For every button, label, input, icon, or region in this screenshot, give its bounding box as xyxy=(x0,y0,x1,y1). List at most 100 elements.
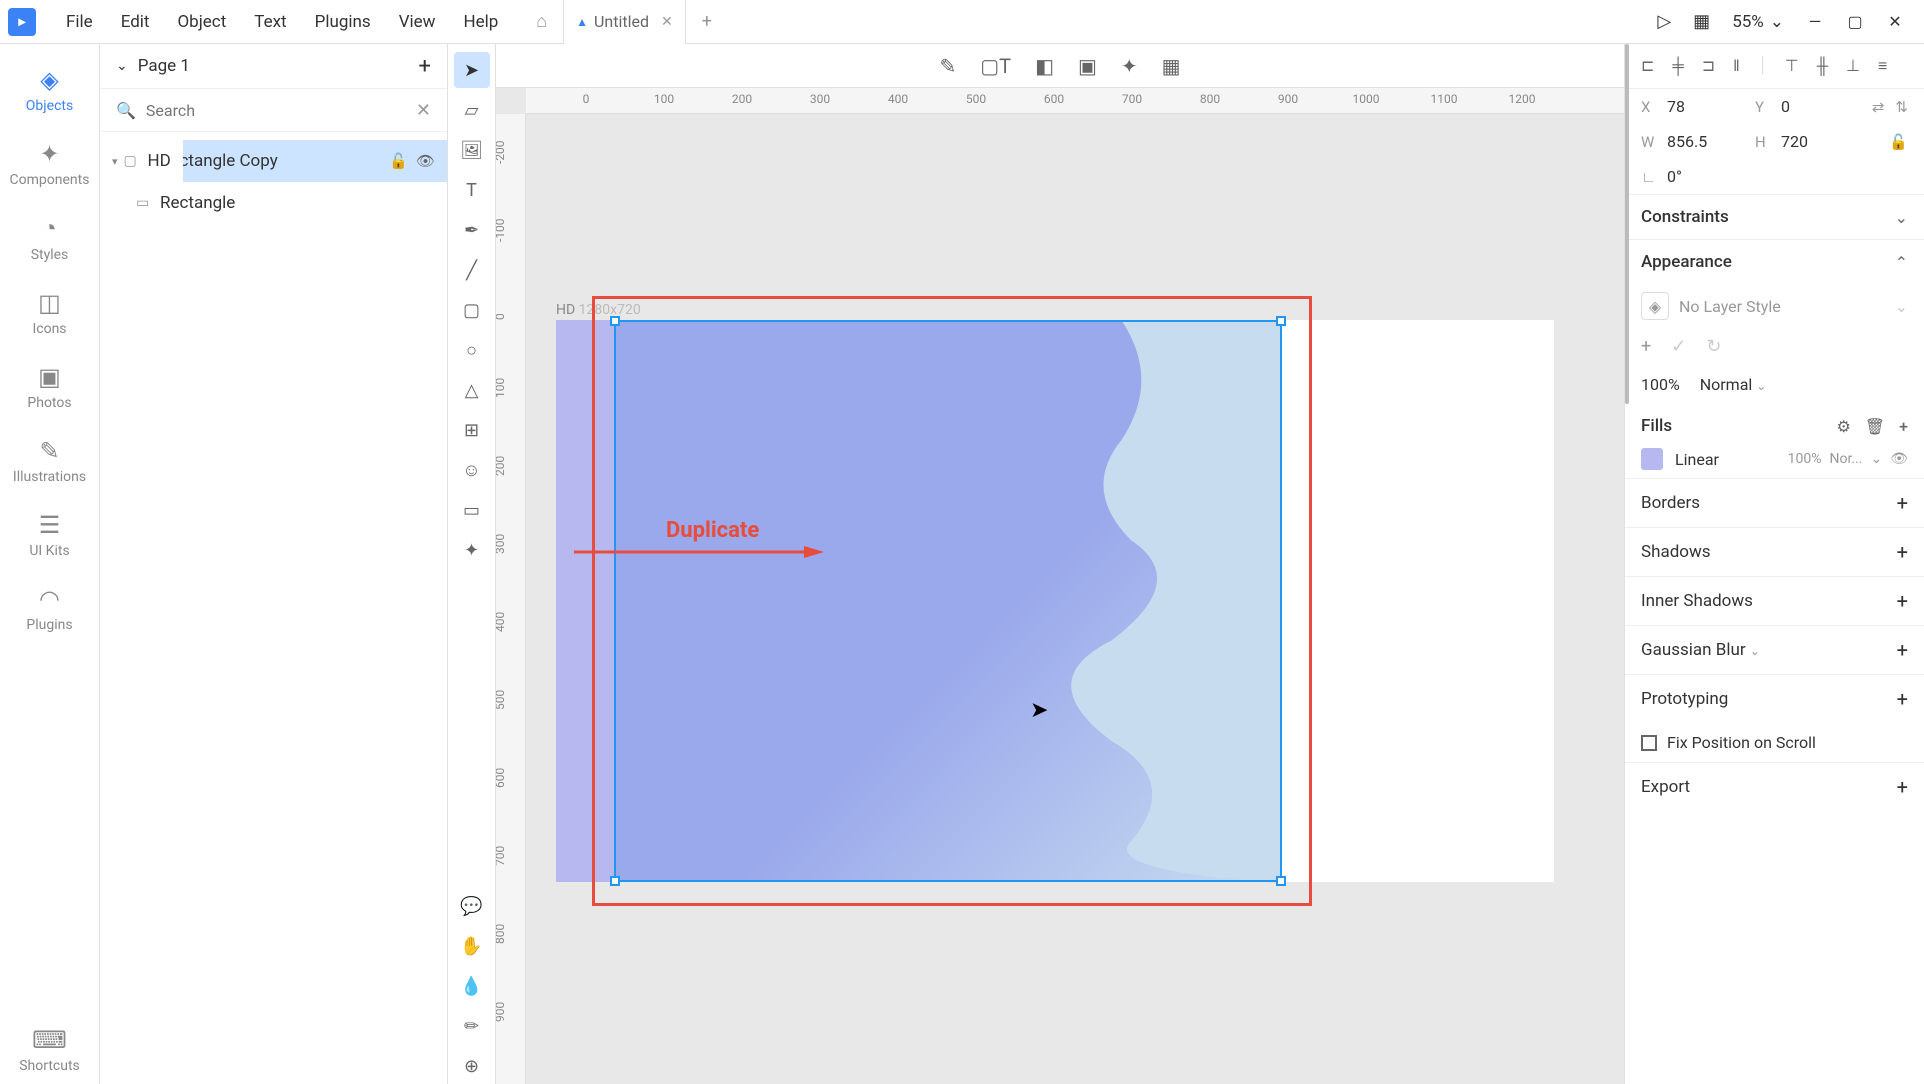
layer-artboard[interactable]: ▾ ▢ HD xyxy=(100,140,183,182)
activity-objects[interactable]: ◈ Objects xyxy=(0,56,99,124)
distribute-h-icon[interactable]: ‖ xyxy=(1733,56,1740,76)
menu-edit[interactable]: Edit xyxy=(107,12,164,32)
menu-object[interactable]: Object xyxy=(163,12,240,32)
activity-styles[interactable]: ◔ Styles xyxy=(0,204,99,273)
close-tab-icon[interactable]: ✕ xyxy=(661,14,673,30)
layer-item[interactable]: ▭ Rectangle xyxy=(100,182,447,224)
triangle-tool[interactable]: △ xyxy=(454,372,490,408)
add-fill-icon[interactable]: + xyxy=(1899,417,1908,436)
image-tool[interactable]: 🖼 xyxy=(454,132,490,168)
menu-help[interactable]: Help xyxy=(449,12,512,32)
h-value[interactable]: 720 xyxy=(1781,132,1861,151)
grid-tool[interactable]: ⊞ xyxy=(454,412,490,448)
fix-position-row[interactable]: Fix Position on Scroll xyxy=(1625,723,1924,762)
artboard-label[interactable]: HD 1280x720 xyxy=(556,302,641,318)
avatar-tool[interactable]: ☺ xyxy=(454,452,490,488)
blur-section[interactable]: Gaussian Blur ⌄ + xyxy=(1625,625,1924,674)
page-selector[interactable]: ⌄ Page 1 + xyxy=(100,44,447,88)
distribute-v-icon[interactable]: ≡ xyxy=(1878,56,1887,76)
add-inner-shadow-icon[interactable]: + xyxy=(1897,589,1908,613)
opacity-value[interactable]: 100% xyxy=(1641,375,1680,394)
fill-item[interactable]: Linear 100% Nor... ⌄ 👁 xyxy=(1625,440,1924,478)
hand-tool[interactable]: ✋ xyxy=(454,928,490,964)
edit-icon[interactable]: ✎ xyxy=(939,54,956,78)
align-top-icon[interactable]: ⊤ xyxy=(1785,56,1799,76)
reset-style-icon[interactable]: ↻ xyxy=(1706,336,1721,357)
select-tool[interactable]: ➤ xyxy=(454,52,490,88)
activity-plugins[interactable]: ◠ Plugins xyxy=(0,575,99,643)
align-left-icon[interactable]: ⊏ xyxy=(1641,56,1654,76)
appearance-section[interactable]: Appearance ⌃ xyxy=(1625,239,1924,284)
x-value[interactable]: 78 xyxy=(1667,97,1747,116)
close-window-icon[interactable]: ✕ xyxy=(1886,13,1904,31)
fill-swatch[interactable] xyxy=(1641,448,1663,470)
add-export-icon[interactable]: + xyxy=(1897,775,1908,799)
minimize-icon[interactable]: — xyxy=(1806,13,1824,31)
apply-style-icon[interactable]: ✓ xyxy=(1671,336,1686,357)
activity-shortcuts[interactable]: ⌨ Shortcuts xyxy=(0,1016,99,1084)
align-bottom-icon[interactable]: ⊥ xyxy=(1846,56,1860,76)
w-value[interactable]: 856.5 xyxy=(1667,132,1747,151)
constraints-section[interactable]: Constraints ⌄ xyxy=(1625,195,1924,239)
lock-aspect-icon[interactable]: 🔓 xyxy=(1889,133,1908,151)
rotation-value[interactable]: 0° xyxy=(1667,167,1747,186)
zoom-tool[interactable]: ⊕ xyxy=(454,1048,490,1084)
align-hcenter-icon[interactable]: ╪ xyxy=(1672,56,1683,76)
activity-icons[interactable]: ◫ Icons xyxy=(0,279,99,347)
menu-plugins[interactable]: Plugins xyxy=(301,12,385,32)
add-shadow-icon[interactable]: + xyxy=(1897,540,1908,564)
add-blur-icon[interactable]: + xyxy=(1897,638,1908,662)
play-icon[interactable]: ▷ xyxy=(1657,11,1671,32)
fill-opacity[interactable]: 100% xyxy=(1788,451,1822,467)
add-prototype-icon[interactable]: + xyxy=(1897,687,1908,711)
checkbox[interactable] xyxy=(1641,735,1657,751)
add-style-icon[interactable]: + xyxy=(1641,336,1651,357)
visibility-icon[interactable]: 👁 xyxy=(1890,451,1908,467)
shadows-section[interactable]: Shadows + xyxy=(1625,527,1924,576)
grid-icon[interactable]: ▦ xyxy=(1693,11,1710,32)
activity-uikits[interactable]: ☰ UI Kits xyxy=(0,501,99,569)
eyedropper-tool[interactable]: 💧 xyxy=(454,968,490,1004)
activity-illustrations[interactable]: ✎ Illustrations xyxy=(0,427,99,495)
rectangle-copy[interactable] xyxy=(614,320,1282,882)
clear-search-icon[interactable]: ✕ xyxy=(416,100,431,121)
menu-view[interactable]: View xyxy=(385,12,450,32)
line-tool[interactable]: ╱ xyxy=(454,252,490,288)
menu-file[interactable]: File xyxy=(52,12,107,32)
menu-text[interactable]: Text xyxy=(240,12,300,32)
zoom-dropdown[interactable]: 55%⌄ xyxy=(1732,12,1784,32)
export-section[interactable]: Export + xyxy=(1625,762,1924,811)
crop-icon[interactable]: ▦ xyxy=(1162,54,1181,78)
comment-tool[interactable]: 💬 xyxy=(454,888,490,924)
home-icon[interactable]: ⌂ xyxy=(536,11,547,32)
fill-settings-icon[interactable]: ⚙ xyxy=(1836,417,1850,436)
boolean-icon[interactable]: ◧ xyxy=(1035,54,1054,78)
app-logo[interactable]: ▸ xyxy=(8,8,36,36)
mask-icon[interactable]: ▣ xyxy=(1078,54,1097,78)
canvas[interactable]: ✎ ▢T ◧ ▣ ✦ ▦ 0 100 200 300 400 500 600 7… xyxy=(496,44,1624,1084)
component-icon[interactable]: ✦ xyxy=(1121,54,1138,78)
document-tab[interactable]: ▲ Untitled ✕ xyxy=(563,0,686,44)
visibility-icon[interactable]: 👁 xyxy=(416,152,435,170)
artboard-tool[interactable]: ▱ xyxy=(454,92,490,128)
align-right-icon[interactable]: ⊐ xyxy=(1702,56,1715,76)
delete-fill-icon[interactable]: 🗑 xyxy=(1865,417,1885,436)
layer-style-selector[interactable]: ◈ No Layer Style ⌄ xyxy=(1625,284,1924,328)
fill-blend[interactable]: Nor... xyxy=(1830,451,1863,467)
collapse-icon[interactable]: ▾ xyxy=(112,155,118,168)
button-tool[interactable]: ▭ xyxy=(454,492,490,528)
inner-shadows-section[interactable]: Inner Shadows + xyxy=(1625,576,1924,625)
add-border-icon[interactable]: + xyxy=(1897,491,1908,515)
search-input[interactable] xyxy=(146,101,406,120)
pencil-tool[interactable]: ✏ xyxy=(454,1008,490,1044)
blend-mode[interactable]: Normal ⌄ xyxy=(1700,375,1767,394)
ellipse-tool[interactable]: ○ xyxy=(454,332,490,368)
text-box-icon[interactable]: ▢T xyxy=(980,54,1011,78)
unlock-icon[interactable]: 🔓 xyxy=(389,152,408,170)
borders-section[interactable]: Borders + xyxy=(1625,478,1924,527)
component-tool[interactable]: ✦ xyxy=(454,532,490,568)
text-tool[interactable]: T xyxy=(454,172,490,208)
prototyping-section[interactable]: Prototyping + xyxy=(1625,674,1924,723)
pen-tool[interactable]: ✒ xyxy=(454,212,490,248)
activity-photos[interactable]: ▣ Photos xyxy=(0,353,99,421)
